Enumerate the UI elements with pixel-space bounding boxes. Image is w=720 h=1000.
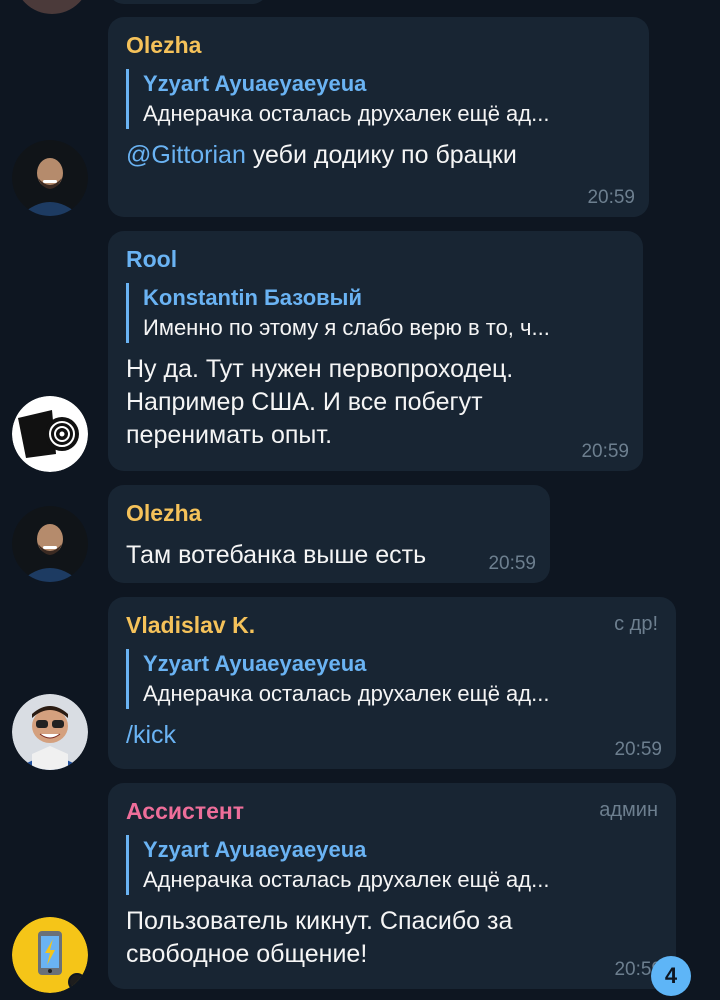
avatar-vladislav[interactable]: [12, 694, 88, 770]
reply-quote[interactable]: Yzyart Ayuaeyaeyeua Аднерачка осталась д…: [126, 835, 658, 895]
message-bubble[interactable]: Olezha Там вотебанка выше есть 20:59: [108, 485, 550, 583]
message-text: Пользователь кикнут. Спасибо за свободно…: [126, 907, 513, 968]
reply-author: Yzyart Ayuaeyaeyeua: [143, 651, 367, 676]
reply-author: Konstantin Базовый: [143, 285, 362, 310]
message-bubble-previous: [108, 0, 268, 4]
avatar-olezha[interactable]: [12, 506, 88, 582]
sender-name[interactable]: Rool: [126, 245, 625, 273]
message-text: @Gittorian уеби додику по брацки: [126, 139, 631, 172]
message-bubble[interactable]: Ассистент админ Yzyart Ayuaeyaeyeua Адне…: [108, 783, 676, 989]
message-text-rest: уеби додику по брацки: [245, 141, 517, 169]
sender-name[interactable]: Vladislav K.: [126, 611, 658, 639]
reply-text: Аднерачка осталась друхалек ещё ад...: [143, 101, 550, 126]
reply-text: Аднерачка осталась друхалек ещё ад...: [143, 681, 550, 706]
avatar[interactable]: [14, 0, 90, 14]
reply-quote[interactable]: Yzyart Ayuaeyaeyeua Аднерачка осталась д…: [126, 649, 658, 709]
sender-name[interactable]: Olezha: [126, 31, 631, 59]
online-indicator: [68, 973, 86, 991]
reply-text: Аднерачка осталась друхалек ещё ад...: [143, 867, 550, 892]
admin-tag: админ: [599, 799, 658, 821]
reply-quote[interactable]: Konstantin Базовый Именно по этому я сла…: [126, 283, 625, 343]
avatar-assistant[interactable]: [12, 917, 88, 993]
member-tag: с др!: [614, 613, 658, 635]
reply-author: Yzyart Ayuaeyaeyeua: [143, 837, 367, 862]
avatar-rool[interactable]: [12, 396, 88, 472]
message-time: 20:59: [614, 739, 662, 760]
message-bubble[interactable]: Rool Konstantin Базовый Именно по этому …: [108, 231, 643, 471]
sender-name[interactable]: Ассистент: [126, 797, 658, 825]
message-bubble[interactable]: Olezha Yzyart Ayuaeyaeyeua Аднерачка ост…: [108, 17, 649, 217]
reply-quote[interactable]: Yzyart Ayuaeyaeyeua Аднерачка осталась д…: [126, 69, 631, 129]
message-text: Там вотебанка выше есть: [126, 541, 427, 569]
avatar-olezha[interactable]: [12, 140, 88, 216]
mention-link[interactable]: @Gittorian: [126, 141, 246, 169]
message-time: 20:59: [581, 441, 629, 462]
unread-count-badge[interactable]: 4: [651, 956, 691, 996]
sender-name[interactable]: Olezha: [126, 499, 532, 527]
reply-text: Именно по этому я слабо верю в то, ч...: [143, 315, 550, 340]
reply-author: Yzyart Ayuaeyaeyeua: [143, 71, 367, 96]
message-time: 20:59: [488, 553, 536, 574]
message-bubble[interactable]: Vladislav K. с др! Yzyart Ayuaeyaeyeua А…: [108, 597, 676, 769]
bot-command-link[interactable]: /kick: [126, 719, 658, 752]
message-text: Ну да. Тут нужен первопроходец. Например…: [126, 355, 514, 449]
message-time: 20:59: [587, 187, 635, 208]
